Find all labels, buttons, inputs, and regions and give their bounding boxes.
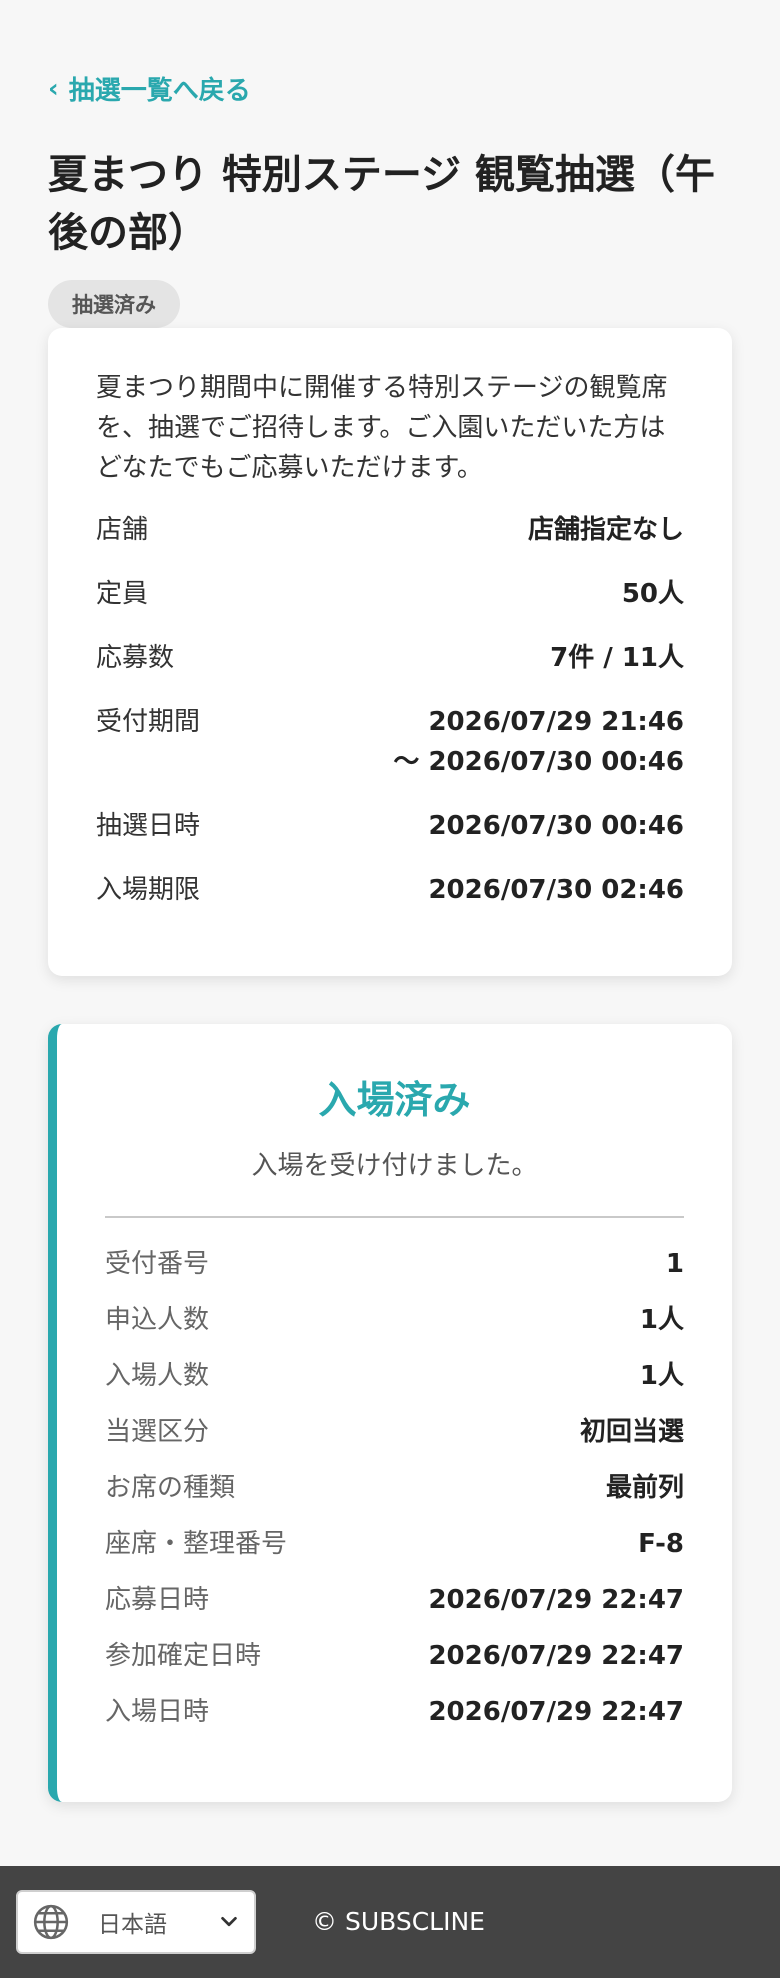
info-row-entry-deadline: 入場期限 2026/07/30 02:46: [96, 870, 684, 910]
status-label: 参加確定日時: [105, 1641, 262, 1671]
info-row-applications: 応募数 7件 / 11人: [96, 638, 684, 678]
status-row-seat-number: 座席・整理番号 F-8: [105, 1524, 684, 1564]
entry-status-card: 入場済み 入場を受け付けました。 受付番号 1 申込人数 1人 入場人数 1人 …: [48, 1024, 732, 1802]
status-label: お席の種類: [105, 1473, 236, 1503]
divider: [105, 1216, 684, 1218]
info-label: 抽選日時: [96, 811, 201, 841]
footer: 日本語 © SUBSCLINE: [0, 1866, 780, 1978]
status-value: 初回当選: [579, 1417, 684, 1447]
period-start: 2026/07/29 21:46: [428, 707, 684, 737]
status-row-entered-at: 入場日時 2026/07/29 22:47: [105, 1692, 684, 1732]
info-value: 2026/07/30 00:46: [428, 811, 684, 841]
status-value: 最前列: [605, 1473, 684, 1503]
status-value: 1人: [639, 1361, 684, 1391]
info-label: 定員: [96, 579, 149, 609]
info-value: 2026/07/30 02:46: [428, 875, 684, 905]
info-value: 7件 / 11人: [550, 643, 684, 673]
status-row-reception-number: 受付番号 1: [105, 1244, 684, 1284]
info-value: 店舗指定なし: [527, 515, 684, 545]
status-row-win-type: 当選区分 初回当選: [105, 1412, 684, 1452]
back-to-list-link[interactable]: ‹ 抽選一覧へ戻る: [48, 70, 251, 107]
info-label: 店舗: [96, 515, 149, 545]
lottery-info-card: 夏まつり期間中に開催する特別ステージの観覧席を、抽選でご招待します。ご入園いただ…: [48, 328, 732, 976]
status-label: 申込人数: [105, 1305, 210, 1335]
info-row-reception-period: 受付期間 2026/07/29 21:46 〜 2026/07/30 00:46: [96, 702, 684, 782]
status-badge: 抽選済み: [48, 280, 180, 328]
status-label: 入場日時: [105, 1697, 210, 1727]
status-row-confirmed-at: 参加確定日時 2026/07/29 22:47: [105, 1636, 684, 1676]
info-row-capacity: 定員 50人: [96, 574, 684, 614]
status-label: 座席・整理番号: [105, 1529, 288, 1559]
status-label: 入場人数: [105, 1361, 210, 1391]
language-select[interactable]: 日本語: [16, 1890, 256, 1954]
status-value: F-8: [638, 1529, 684, 1559]
status-label: 応募日時: [105, 1585, 210, 1615]
globe-icon: [33, 1904, 69, 1940]
status-value: 2026/07/29 22:47: [428, 1585, 684, 1615]
status-value: 1人: [639, 1305, 684, 1335]
status-row-seat-type: お席の種類 最前列: [105, 1468, 684, 1508]
chevron-down-icon: [221, 1916, 237, 1927]
info-row-draw-date: 抽選日時 2026/07/30 00:46: [96, 806, 684, 846]
info-label: 受付期間: [96, 707, 201, 737]
info-label: 応募数: [96, 643, 175, 673]
status-row-entrants: 入場人数 1人: [105, 1356, 684, 1396]
status-value: 2026/07/29 22:47: [428, 1641, 684, 1671]
period-end: 〜 2026/07/30 00:46: [393, 747, 684, 777]
status-value: 1: [665, 1249, 684, 1279]
info-label: 入場期限: [96, 875, 201, 905]
copyright: © SUBSCLINE: [312, 1907, 485, 1936]
back-link-label: 抽選一覧へ戻る: [68, 76, 251, 106]
status-value: 2026/07/29 22:47: [428, 1697, 684, 1727]
status-label: 受付番号: [105, 1249, 210, 1279]
entry-status-title: 入場済み: [318, 1078, 471, 1122]
status-row-applied-at: 応募日時 2026/07/29 22:47: [105, 1580, 684, 1620]
info-value: 2026/07/29 21:46 〜 2026/07/30 00:46: [393, 702, 684, 782]
chevron-left-icon: ‹: [48, 73, 59, 104]
status-row-applicants: 申込人数 1人: [105, 1300, 684, 1340]
language-label: 日本語: [98, 1912, 167, 1938]
info-value: 50人: [621, 579, 684, 609]
status-label: 当選区分: [105, 1417, 210, 1447]
entry-status-message: 入場を受け付けました。: [251, 1151, 538, 1181]
page-title: 夏まつり 特別ステージ 観覧抽選（午後の部）: [48, 152, 716, 256]
info-row-store: 店舗 店舗指定なし: [96, 510, 684, 550]
lottery-description: 夏まつり期間中に開催する特別ステージの観覧席を、抽選でご招待します。ご入園いただ…: [96, 373, 668, 483]
